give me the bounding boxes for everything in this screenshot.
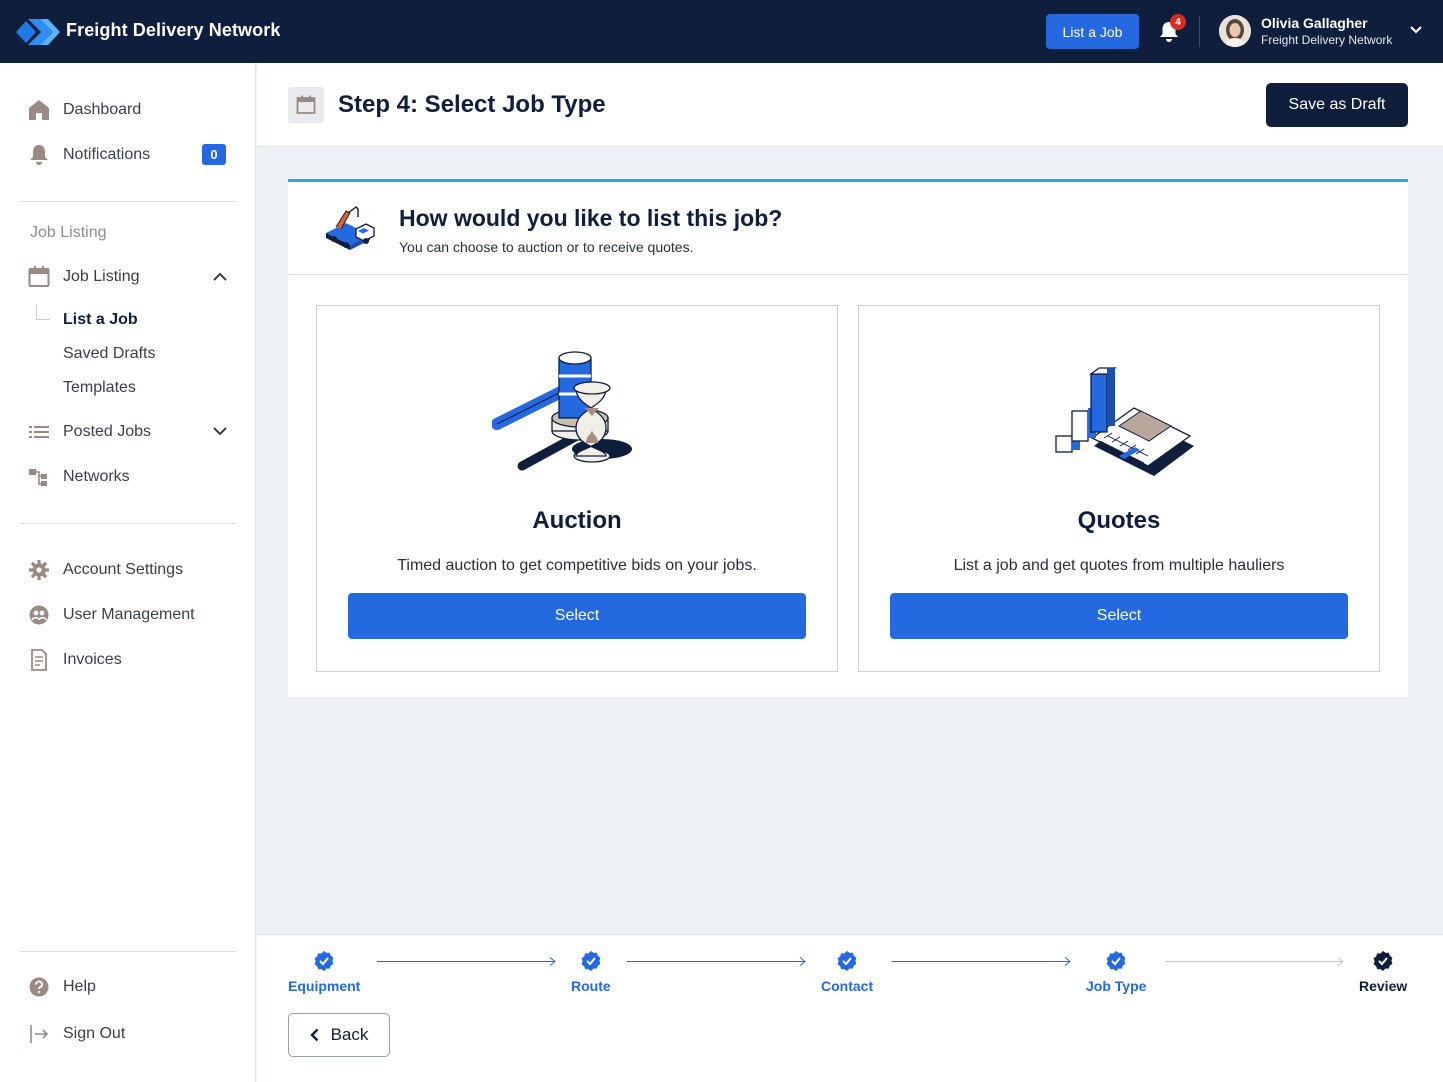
bell-icon [30,145,48,165]
calendar-icon [288,87,324,123]
sidebar-item-help[interactable]: Help [28,974,96,1000]
sidebar-item-label: User Management [63,606,195,623]
tree-connector [36,304,50,320]
auction-option-card[interactable]: Auction Timed auction to get competitive… [316,305,838,672]
calendar-icon [28,266,50,287]
step-job-type[interactable]: Job Type [1086,950,1146,994]
user-name[interactable]: Olivia Gallagher [1261,15,1368,31]
invoice-icon [31,649,47,671]
check-badge-icon [1106,951,1126,971]
sidebar-item-label: Networks [63,468,130,485]
sidebar-subitem-templates[interactable]: Templates [63,379,136,397]
sidebar-item-label: Job Listing [63,268,140,285]
chevron-up-icon[interactable] [213,272,227,281]
divider [1199,16,1200,47]
user-organization: Freight Delivery Network [1261,33,1393,47]
calculator-chart-icon [1055,367,1194,476]
sidebar-item-label: Help [63,978,96,995]
check-badge-icon [581,951,601,971]
home-icon [29,100,49,120]
sidebar-item-networks[interactable]: Networks [28,464,130,490]
step-arrow [892,957,1071,966]
sidebar-item-dashboard[interactable]: Dashboard [28,97,141,123]
step-label: Equipment [288,978,361,994]
sidebar-item-account-settings[interactable]: Account Settings [28,557,183,583]
step-review[interactable]: Review [1359,950,1407,994]
help-icon [29,977,49,997]
sidebar-item-user-management[interactable]: User Management [28,602,195,628]
gear-icon [29,560,49,580]
auction-gavel-icon [492,351,632,471]
sidebar-item-label: Invoices [63,651,122,668]
sidebar-item-job-listing[interactable]: Job Listing [28,264,140,290]
select-auction-button[interactable]: Select [348,593,806,639]
quotes-title: Quotes [1077,507,1161,534]
sidebar-subitem-saved-drafts[interactable]: Saved Drafts [63,345,155,363]
check-badge-icon [1373,951,1393,971]
sidebar-divider [20,951,236,952]
sidebar-item-label: Posted Jobs [63,423,152,440]
step-arrow [377,957,556,966]
sidebar-item-invoices[interactable]: Invoices [28,647,122,673]
select-quotes-button[interactable]: Select [890,593,1348,639]
sidebar-divider [20,523,236,524]
step-label: Route [571,978,611,994]
check-badge-icon [314,951,334,971]
save-as-draft-button[interactable]: Save as Draft [1266,83,1408,127]
back-button[interactable]: Back [288,1013,390,1057]
sidebar-section-label: Job Listing [30,224,107,241]
chevron-down-icon[interactable] [1410,26,1422,34]
auction-title: Auction [532,507,622,534]
step-arrow [1165,957,1344,966]
logo-icon[interactable] [16,15,60,49]
step-equipment[interactable]: Equipment [288,950,360,994]
step-route[interactable]: Route [571,950,611,994]
auction-description: Timed auction to get competitive bids on… [397,557,757,574]
question-title: How would you like to list this job? [399,205,783,231]
sidebar-item-sign-out[interactable]: Sign Out [28,1021,125,1047]
page-title: Step 4: Select Job Type [338,91,606,118]
users-icon [29,605,49,625]
question-subtitle: You can choose to auction or to receive … [399,239,694,255]
sidebar-item-label: Dashboard [63,101,142,118]
question-header: How would you like to list this job? You… [288,182,1408,275]
sidebar-item-label: Sign Out [63,1025,126,1042]
chevron-left-icon [309,1028,318,1042]
quotes-description: List a job and get quotes from multiple … [953,557,1285,574]
network-icon [29,469,47,486]
step-label: Contact [821,978,874,994]
list-icon [29,426,49,438]
list-a-job-button[interactable]: List a Job [1046,14,1139,49]
sidebar-item-posted-jobs[interactable]: Posted Jobs [28,419,151,445]
chevron-down-icon[interactable] [213,427,227,436]
step-label: Job Type [1086,978,1147,994]
sidebar-item-notifications[interactable]: Notifications [28,142,150,168]
job-type-card: How would you like to list this job? You… [288,179,1408,697]
tow-truck-icon [326,206,375,250]
sidebar-divider [20,201,236,202]
sidebar-item-label: Notifications [63,146,151,163]
top-bar: Freight Delivery Network List a Job 4 Ol… [0,0,1443,63]
notification-count-badge: 4 [1170,14,1186,30]
back-label: Back [330,1025,369,1044]
step-contact[interactable]: Contact [821,950,873,994]
avatar[interactable] [1219,15,1251,47]
sidebar-subitem-list-a-job[interactable]: List a Job [63,311,138,329]
brand-name[interactable]: Freight Delivery Network [66,20,280,41]
sidebar-item-label: Account Settings [63,561,184,578]
step-label: Review [1359,978,1408,994]
notifications-count-badge: 0 [202,144,226,165]
check-badge-icon [837,951,857,971]
step-arrow [627,957,806,966]
quotes-option-card[interactable]: Quotes List a job and get quotes from mu… [858,305,1380,672]
sign-out-icon [30,1025,49,1043]
